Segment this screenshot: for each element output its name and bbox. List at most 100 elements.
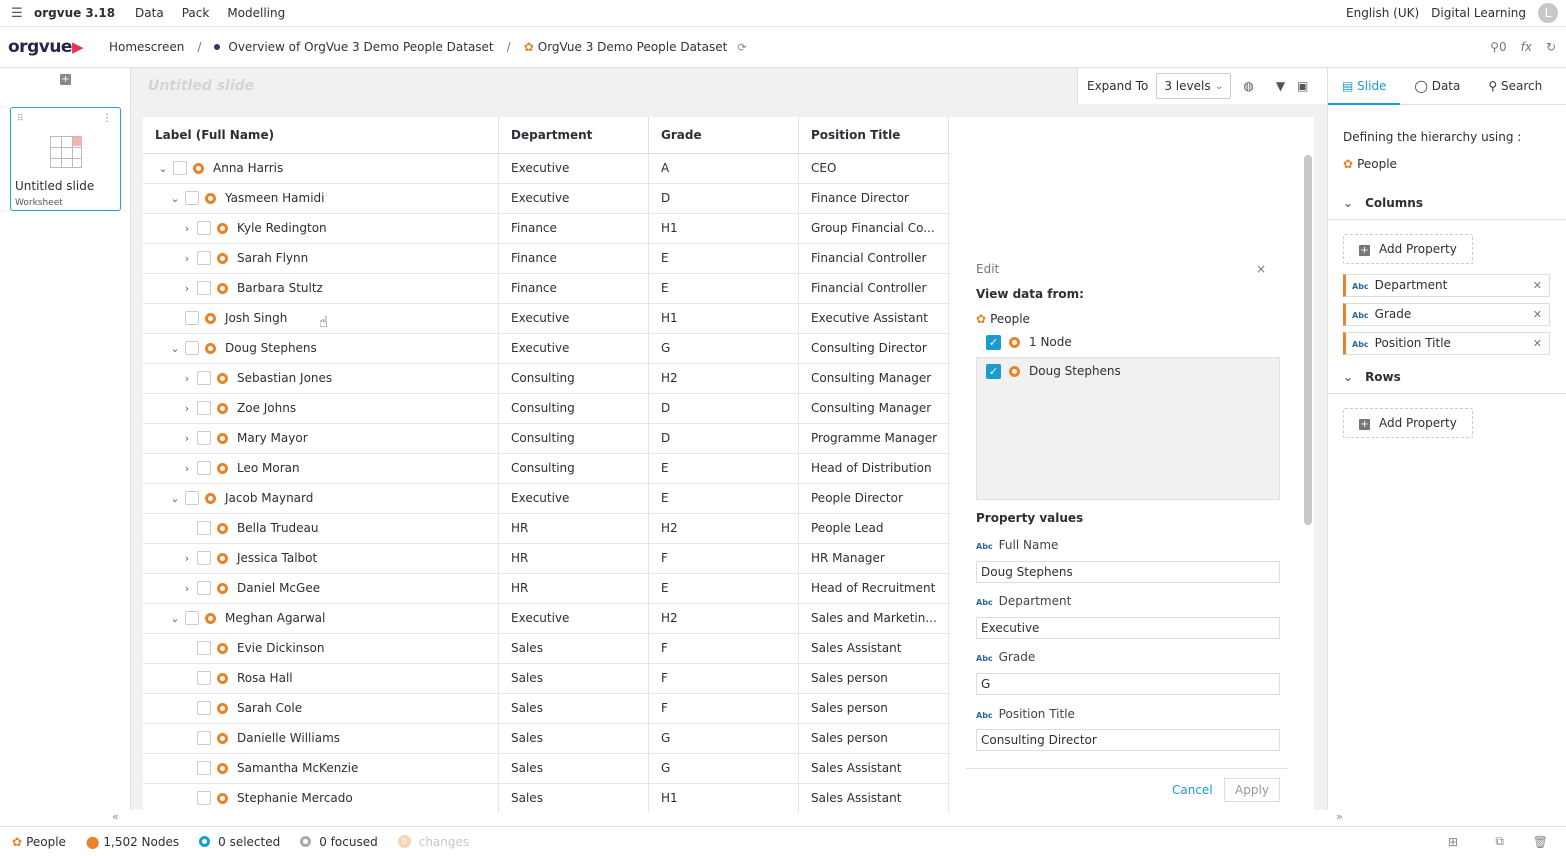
header-grade[interactable]: Grade: [649, 117, 799, 154]
position-title-cell[interactable]: Consulting Director: [799, 334, 949, 363]
formula-icon[interactable]: fx: [1521, 40, 1532, 54]
digital-learning-link[interactable]: Digital Learning: [1431, 6, 1526, 20]
apply-button[interactable]: Apply: [1224, 778, 1280, 802]
label-cell[interactable]: › Leo Moran: [143, 454, 499, 483]
label-cell[interactable]: › Daniel McGee: [143, 574, 499, 603]
logo[interactable]: orgvue▶: [8, 37, 84, 57]
position-title-cell[interactable]: Sales person: [799, 694, 949, 723]
row-checkbox[interactable]: [185, 491, 199, 505]
chevron-down-icon[interactable]: ⌄: [169, 184, 181, 213]
grade-cell[interactable]: A: [649, 154, 799, 183]
trash-icon[interactable]: 🗑: [1533, 835, 1548, 849]
column-chip-department[interactable]: Abc Department ✕: [1343, 274, 1550, 297]
department-cell[interactable]: Executive: [499, 484, 649, 513]
position-title-cell[interactable]: CEO: [799, 154, 949, 183]
table-row[interactable]: ⌄ Yasmeen Hamidi Executive D Finance Directo…: [143, 184, 950, 214]
table-row[interactable]: Bella Trudeau HR H2 People Lead: [143, 514, 950, 544]
department-cell[interactable]: Sales: [499, 784, 649, 813]
label-cell[interactable]: ⌄ Yasmeen Hamidi: [143, 184, 499, 213]
table-row[interactable]: › Zoe Johns Consulting D Consulting Manager: [143, 394, 950, 424]
position-title-cell[interactable]: Sales person: [799, 724, 949, 753]
chevron-right-icon[interactable]: ›: [181, 274, 193, 303]
grade-cell[interactable]: E: [649, 244, 799, 273]
label-cell[interactable]: › Jessica Talbot: [143, 544, 499, 573]
header-department[interactable]: Department: [499, 117, 649, 154]
avatar[interactable]: L: [1538, 3, 1558, 23]
position-title-cell[interactable]: Sales Assistant: [799, 634, 949, 663]
tab-data[interactable]: ◯ Data: [1400, 68, 1474, 105]
position-title-cell[interactable]: Head of Recruitment: [799, 574, 949, 603]
nodes-checkbox[interactable]: ✓: [986, 335, 1001, 350]
department-cell[interactable]: Consulting: [499, 424, 649, 453]
remove-icon[interactable]: ✕: [1533, 304, 1542, 325]
grade-cell[interactable]: E: [649, 274, 799, 303]
chevron-right-icon[interactable]: ›: [181, 364, 193, 393]
table-row[interactable]: Rosa Hall Sales F Sales person: [143, 664, 950, 694]
chevron-down-icon[interactable]: ⌄: [169, 604, 181, 633]
label-cell[interactable]: Danielle Williams: [143, 724, 499, 753]
label-cell[interactable]: › Sarah Flynn: [143, 244, 499, 273]
hamburger-icon[interactable]: ☰: [0, 6, 34, 21]
department-cell[interactable]: Consulting: [499, 364, 649, 393]
slide-menu-icon[interactable]: ⋮: [102, 113, 112, 124]
header-position-title[interactable]: Position Title: [799, 117, 949, 154]
row-checkbox[interactable]: [197, 431, 211, 445]
position-title-cell[interactable]: People Lead: [799, 514, 949, 543]
grade-cell[interactable]: D: [649, 394, 799, 423]
grade-cell[interactable]: G: [649, 724, 799, 753]
duplicate-icon[interactable]: ⧉: [1495, 834, 1504, 849]
crumb-overview[interactable]: Overview of OrgVue 3 Demo People Dataset: [228, 40, 493, 54]
status-selected[interactable]: 0 selected: [199, 835, 280, 849]
department-cell[interactable]: Executive: [499, 154, 649, 183]
department-cell[interactable]: Sales: [499, 754, 649, 783]
row-checkbox[interactable]: [197, 641, 211, 655]
row-checkbox[interactable]: [197, 521, 211, 535]
selected-node-checkbox[interactable]: ✓: [986, 364, 1001, 379]
table-row[interactable]: Josh Singh Executive H1 Executive Assistant: [143, 304, 950, 334]
grade-cell[interactable]: D: [649, 184, 799, 213]
grade-cell[interactable]: F: [649, 664, 799, 693]
chevron-right-icon[interactable]: ›: [181, 544, 193, 573]
label-cell[interactable]: ⌄ Doug Stephens: [143, 334, 499, 363]
department-cell[interactable]: Consulting: [499, 454, 649, 483]
position-title-cell[interactable]: HR Manager: [799, 544, 949, 573]
grade-cell[interactable]: H2: [649, 514, 799, 543]
row-checkbox[interactable]: [197, 581, 211, 595]
row-checkbox[interactable]: [197, 461, 211, 475]
table-row[interactable]: Danielle Williams Sales G Sales person: [143, 724, 950, 754]
column-chip-position-title[interactable]: Abc Position Title ✕: [1343, 332, 1550, 355]
department-cell[interactable]: Sales: [499, 694, 649, 723]
row-checkbox[interactable]: [185, 611, 199, 625]
slide-thumbnail[interactable]: ⠿ ⋮ Untitled slide Worksheet: [10, 107, 121, 211]
department-cell[interactable]: Executive: [499, 184, 649, 213]
table-row[interactable]: Samantha McKenzie Sales G Sales Assistant: [143, 754, 950, 784]
label-cell[interactable]: Bella Trudeau: [143, 514, 499, 543]
menu-pack[interactable]: Pack: [182, 6, 210, 20]
table-row[interactable]: ⌄ Doug Stephens Executive G Consulting Direc…: [143, 334, 950, 364]
table-row[interactable]: › Daniel McGee HR E Head of Recruitment: [143, 574, 950, 604]
chevron-right-icon[interactable]: ›: [181, 424, 193, 453]
grade-cell[interactable]: D: [649, 424, 799, 453]
table-row[interactable]: › Sarah Flynn Finance E Financial Controller: [143, 244, 950, 274]
table-row[interactable]: ⌄ Anna Harris Executive A CEO: [143, 154, 950, 184]
row-checkbox[interactable]: [197, 551, 211, 565]
grade-cell[interactable]: F: [649, 634, 799, 663]
position-title-cell[interactable]: Sales and Marketin...: [799, 604, 949, 633]
position-title-cell[interactable]: Group Financial Co...: [799, 214, 949, 243]
grade-cell[interactable]: H1: [649, 214, 799, 243]
tab-search[interactable]: ⚲ Search: [1474, 68, 1556, 105]
chevron-right-icon[interactable]: ›: [181, 214, 193, 243]
table-row[interactable]: ⌄ Jacob Maynard Executive E People Director: [143, 484, 950, 514]
label-cell[interactable]: Stephanie Mercado: [143, 784, 499, 813]
table-row[interactable]: Stephanie Mercado Sales H1 Sales Assistant: [143, 784, 950, 813]
chevron-right-icon[interactable]: ›: [181, 454, 193, 483]
row-checkbox[interactable]: [197, 401, 211, 415]
column-chip-grade[interactable]: Abc Grade ✕: [1343, 303, 1550, 326]
palette-icon[interactable]: ◍: [1243, 79, 1253, 93]
department-cell[interactable]: Executive: [499, 304, 649, 333]
chevron-down-icon[interactable]: ⌄: [157, 154, 169, 183]
table-row[interactable]: Evie Dickinson Sales F Sales Assistant: [143, 634, 950, 664]
refresh-dataset-icon[interactable]: ⟳: [737, 41, 746, 54]
status-changes[interactable]: 0 changes: [397, 835, 469, 849]
table-scrollbar[interactable]: [1304, 155, 1312, 525]
